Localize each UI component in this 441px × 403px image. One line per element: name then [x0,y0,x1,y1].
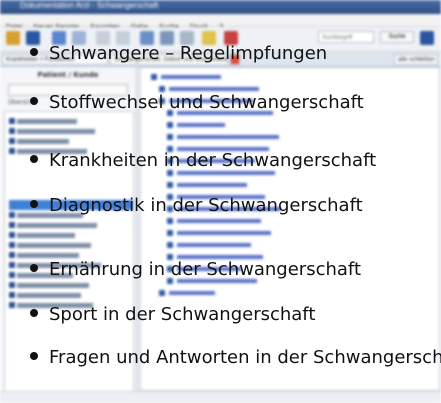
bullet-icon [30,352,38,360]
bullet-icon [30,264,38,272]
bullet-icon [30,48,38,56]
list-item-label: Sport in der Schwangerschaft [49,304,316,325]
list-item-label: Krankheiten in der Schwangerschaft [49,150,377,171]
bullet-icon [30,97,38,105]
bullet-icon [30,200,38,208]
bullet-icon [30,309,38,317]
list-item: Diagnostik in der Schwangerschaft [30,194,441,218]
list-item: Fragen und Antworten in der Schwangersch… [30,346,441,370]
list-item-label: Ernährung in der Schwangerschaft [49,259,362,280]
topic-overlay: Schwangere – Regelimpfungen Stoffwechsel… [0,0,441,403]
list-item-label: Schwangere – Regelimpfungen [49,43,328,64]
list-item: Sport in der Schwangerschaft [30,303,441,327]
list-item-label: Stoffwechsel und Schwangerschaft [49,92,364,113]
list-item-label: Fragen und Antworten in der Schwangersch… [49,347,441,368]
bullet-icon [30,155,38,163]
list-item: Stoffwechsel und Schwangerschaft [30,91,441,115]
list-item: Krankheiten in der Schwangerschaft [30,149,441,173]
list-item: Ernährung in der Schwangerschaft [30,258,441,282]
list-item-label: Diagnostik in der Schwangerschaft [49,195,363,216]
list-item: Schwangere – Regelimpfungen [30,42,441,66]
